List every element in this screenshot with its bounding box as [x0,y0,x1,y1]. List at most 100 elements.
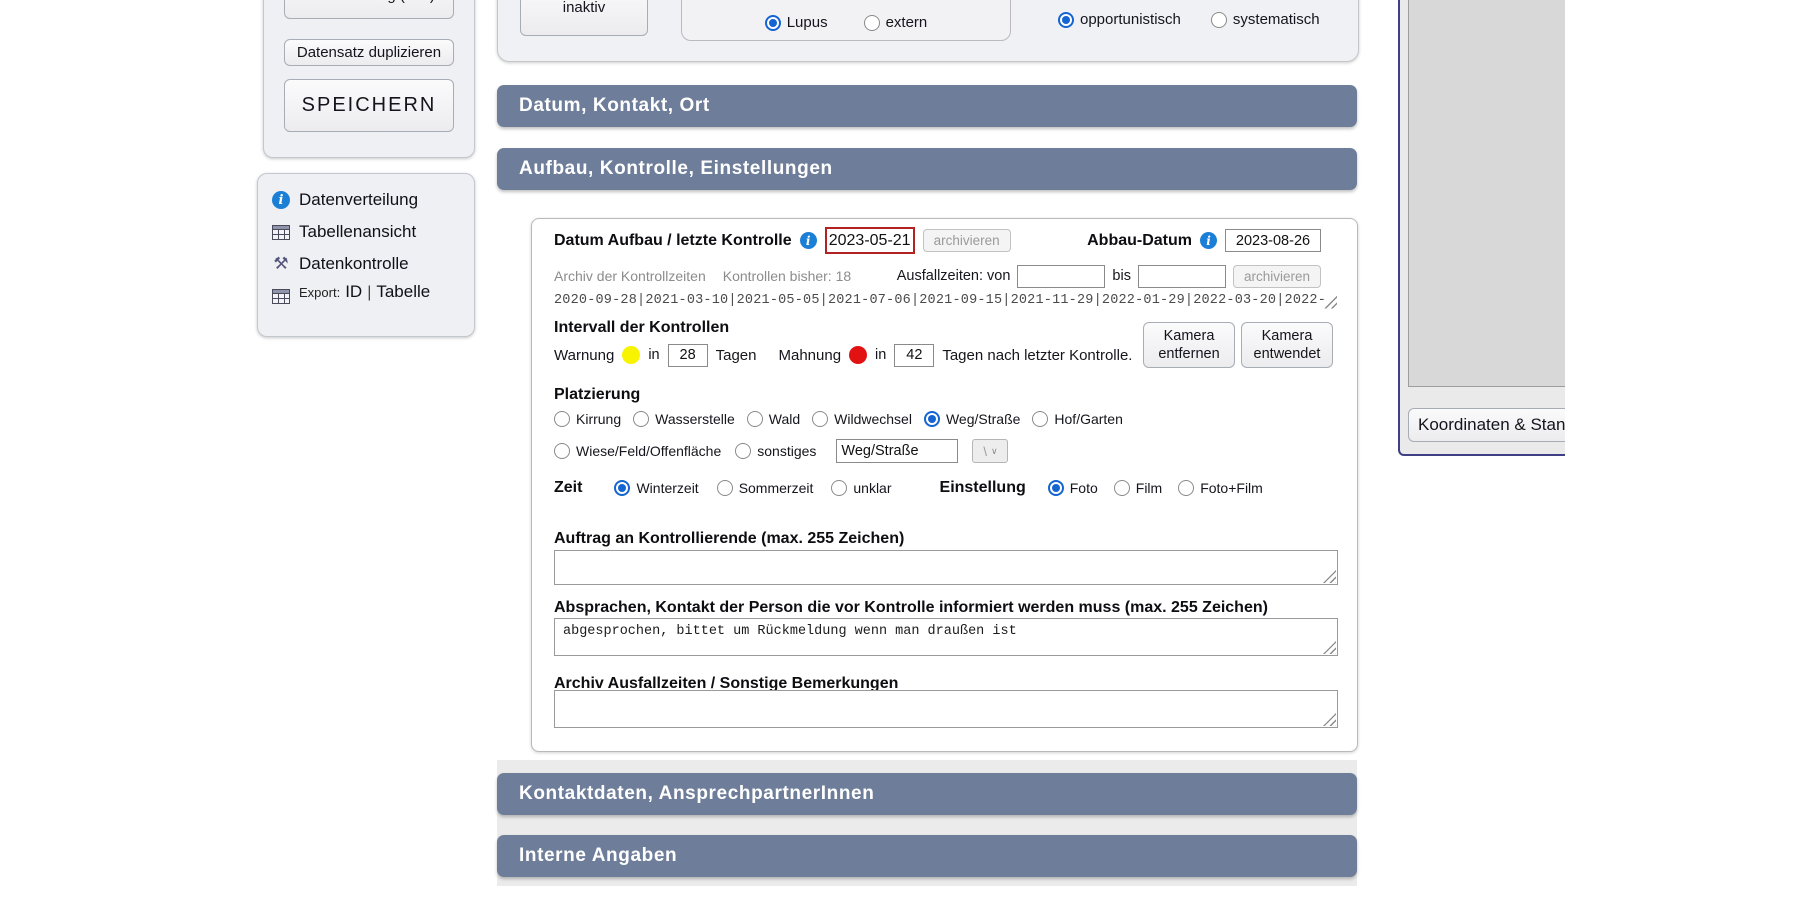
export-id-link[interactable]: ID [345,282,362,302]
downtime-archive-button[interactable]: archivieren [1233,265,1321,288]
radio-label: Hof/Garten [1054,411,1122,427]
section-header-label: Aufbau, Kontrolle, Einstellungen [497,158,833,180]
archive-control-button[interactable]: archivieren [923,229,1011,252]
radio-option-wasserstelle[interactable]: Wasserstelle [633,411,735,427]
radio-label: opportunistisch [1080,11,1181,28]
menu-item-datenverteilung[interactable]: i Datenverteilung [272,186,466,214]
radio-label: Wasserstelle [655,411,735,427]
section-header-aufbau[interactable]: Aufbau, Kontrolle, Einstellungen [497,148,1357,190]
menu-item-export: Export: ID | Tabelle [272,282,466,310]
radio-icon[interactable] [554,443,570,459]
radio-icon[interactable] [1178,480,1194,496]
export-label: Export: [299,285,340,300]
radio-option-systematisch[interactable]: systematisch [1211,11,1320,28]
radio-label: Foto [1070,480,1098,496]
info-icon[interactable]: i [1200,232,1217,249]
resize-grip[interactable] [1323,713,1336,726]
resize-grip[interactable] [1323,570,1336,583]
radio-icon[interactable] [765,15,781,31]
radio-label: Lupus [787,14,828,31]
radio-option-foto-film[interactable]: Foto+Film [1178,480,1263,496]
placement-dropdown[interactable]: \ ∨ [972,439,1008,463]
radio-label: Film [1136,480,1162,496]
radio-icon[interactable] [717,480,733,496]
date-row: Datum Aufbau / letzte Kontrolle i archiv… [554,227,1321,254]
radio-option-foto[interactable]: Foto [1048,480,1098,496]
radio-label: sonstiges [757,443,816,459]
radio-option-kirrung[interactable]: Kirrung [554,411,621,427]
radio-icon[interactable] [831,480,847,496]
radio-option-unklar[interactable]: unklar [831,480,891,496]
radio-icon[interactable] [554,411,570,427]
placement-row-1: Kirrung Wasserstelle Wald Wildwechsel Weg/St… [554,409,1321,429]
placement-row-2: Wiese/Feld/Offenfläche sonstiges \ ∨ [554,438,1321,464]
radio-option-winterzeit[interactable]: Winterzeit [614,480,698,496]
radio-label: unklar [853,480,891,496]
auftrag-textarea[interactable] [554,550,1338,585]
auftrag-label: Auftrag an Kontrollierende (max. 255 Zei… [554,530,904,548]
section-header-datum[interactable]: Datum, Kontakt, Ort [497,85,1357,127]
radio-option-opportunistisch[interactable]: opportunistisch [1058,11,1181,28]
radio-icon[interactable] [747,411,763,427]
radio-option-sommerzeit[interactable]: Sommerzeit [717,480,814,496]
radio-option-weg-stra-e[interactable]: Weg/Straße [924,411,1020,427]
radio-icon[interactable] [812,411,828,427]
radio-icon[interactable] [735,443,751,459]
bemerkungen-text [555,691,1337,701]
warn-in-label: in [648,347,659,363]
viewport-clip: Neuer Eintrag (leer) Datensatz duplizier… [0,0,1565,888]
radio-icon[interactable] [1058,12,1074,28]
auftrag-text [555,551,1337,561]
coordinates-panel: Koordinaten & Standort [1398,0,1565,456]
save-button[interactable]: SPEICHERN [284,79,454,132]
radio-icon[interactable] [633,411,649,427]
camera-remove-button[interactable]: Kamera entfernen [1143,322,1235,368]
teardown-date-input[interactable] [1225,229,1321,252]
radio-option-wildwechsel[interactable]: Wildwechsel [812,411,912,427]
radio-icon[interactable] [1032,411,1048,427]
tools-menu-panel: i Datenverteilung Tabellenansicht ⚒ Date… [257,173,475,337]
info-icon[interactable]: i [800,232,817,249]
radio-icon[interactable] [864,15,880,31]
coordinates-button[interactable]: Koordinaten & Standort [1408,408,1565,442]
radio-option-extern[interactable]: extern [864,14,928,31]
absprachen-textarea[interactable]: abgesprochen, bittet um Rückmeldung wenn… [554,618,1338,656]
radio-icon[interactable] [1211,12,1227,28]
einstellung-radio-group: Foto Film Foto+Film [1048,480,1263,496]
menu-item-datenkontrolle[interactable]: ⚒ Datenkontrolle [272,250,466,278]
bemerkungen-textarea[interactable] [554,690,1338,728]
radio-label: systematisch [1233,11,1320,28]
radio-option-wiese-feld-offenfl-che[interactable]: Wiese/Feld/Offenfläche [554,443,721,459]
radio-icon[interactable] [924,411,940,427]
section-header-interne-angaben[interactable]: Interne Angaben [497,835,1357,877]
export-table-link[interactable]: Tabelle [376,282,430,302]
camera-buttons: Kamera entfernen Kamera entwendet [1143,322,1333,368]
radio-icon[interactable] [1048,480,1064,496]
absprachen-label-row: Absprachen, Kontakt der Person die vor K… [554,598,1321,618]
radio-label: extern [886,14,928,31]
source-groupbox: Lupus extern [681,0,1011,41]
new-entry-button[interactable]: Neuer Eintrag (leer) [284,0,454,19]
teardown-date-label: Abbau-Datum [1087,232,1192,250]
downtime-label: Ausfallzeiten: von [897,268,1011,284]
warn-days-input[interactable] [668,344,708,367]
placement-custom-input[interactable] [836,439,958,463]
setup-date-input[interactable] [825,227,915,254]
radio-icon[interactable] [614,480,630,496]
section-header-kontaktdaten[interactable]: Kontaktdaten, AnsprechpartnerInnen [497,773,1357,815]
inactive-button[interactable]: inaktiv [520,0,648,36]
warn-label: Warnung [554,347,614,364]
camera-stolen-button[interactable]: Kamera entwendet [1241,322,1333,368]
duplicate-record-button[interactable]: Datensatz duplizieren [284,39,454,66]
radio-icon[interactable] [1114,480,1130,496]
controls-count: Kontrollen bisher: 18 [723,268,851,284]
downtime-to-input[interactable] [1138,265,1226,288]
mahn-days-input[interactable] [894,344,934,367]
menu-item-tabellenansicht[interactable]: Tabellenansicht [272,218,466,246]
radio-option-wald[interactable]: Wald [747,411,800,427]
radio-option-sonstiges[interactable]: sonstiges [735,443,816,459]
downtime-from-input[interactable] [1017,265,1105,288]
radio-option-film[interactable]: Film [1114,480,1162,496]
radio-option-hof-garten[interactable]: Hof/Garten [1032,411,1122,427]
radio-option-lupus[interactable]: Lupus [765,14,828,31]
